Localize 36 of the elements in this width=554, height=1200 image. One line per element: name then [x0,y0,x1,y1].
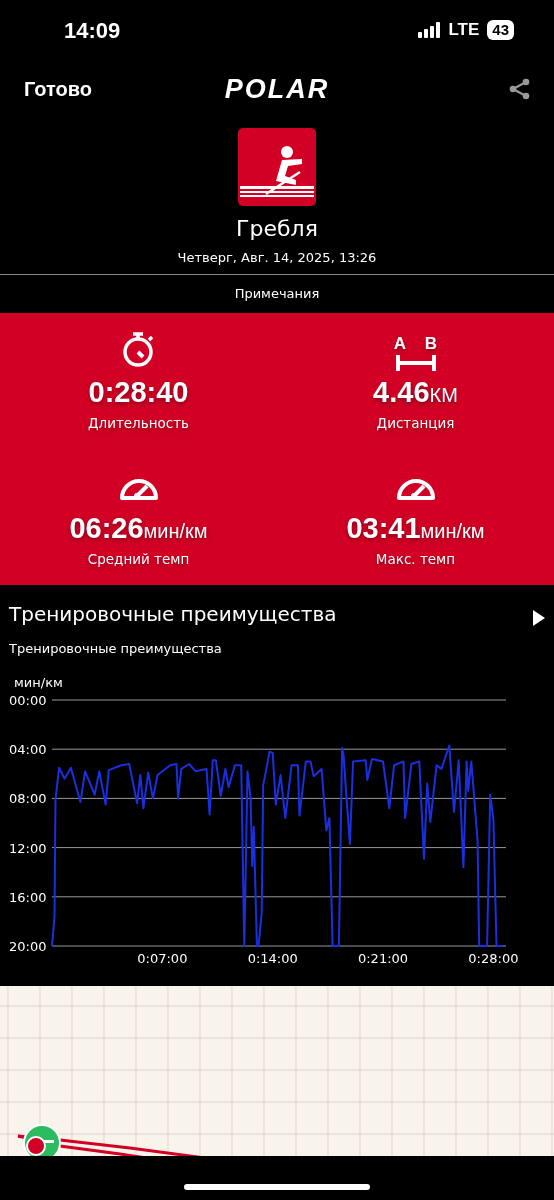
battery-indicator: 43 [487,20,514,40]
stat-value: 4.46КМ [373,376,458,409]
share-icon[interactable] [509,78,530,100]
home-indicator[interactable] [184,1183,370,1190]
chart-title: Тренировочные преимущества [8,639,223,658]
stat-value: 06:26мин/км [69,512,208,545]
activity-title: Гребля [236,216,318,243]
network-label: LTE [448,19,480,42]
y-tick-label: 08:00 [9,791,47,807]
stat-value: 0:28:40 [88,376,189,409]
section-title: Тренировочные преимущества [9,600,337,628]
signal-icon [418,22,441,38]
stat-label: Макс. темп [375,549,456,569]
y-tick-label: 12:00 [9,841,47,856]
y-tick-label: 16:00 [9,890,47,906]
x-tick-label: 0:28:00 [468,951,519,967]
stat-label: Дистанция [376,413,455,433]
notes-link[interactable]: Примечания [234,284,320,304]
gauge-icon [118,478,159,501]
logo: POLAR [224,73,330,105]
activity-date: Четверг, Авг. 14, 2025, 13:26 [177,249,377,268]
x-tick-label: 0:21:00 [358,951,409,967]
x-tick-label: 0:14:00 [247,951,298,967]
stat-value: 03:41мин/км [346,512,485,545]
stat-label: Длительность [87,413,189,433]
gauge-icon [395,478,436,501]
play-icon[interactable] [532,608,546,627]
y-tick-label: 20:00 [9,939,47,955]
x-tick-label: 0:07:00 [137,951,188,967]
rowing-icon [238,128,316,206]
stat-label: Средний темп [87,549,190,569]
axis-title: мин/км [14,675,63,691]
y-tick-label: 00:00 [9,693,47,709]
y-tick-label: 04:00 [9,742,47,758]
status-time: 14:09 [64,16,121,45]
done-link[interactable]: Готово [24,77,93,101]
